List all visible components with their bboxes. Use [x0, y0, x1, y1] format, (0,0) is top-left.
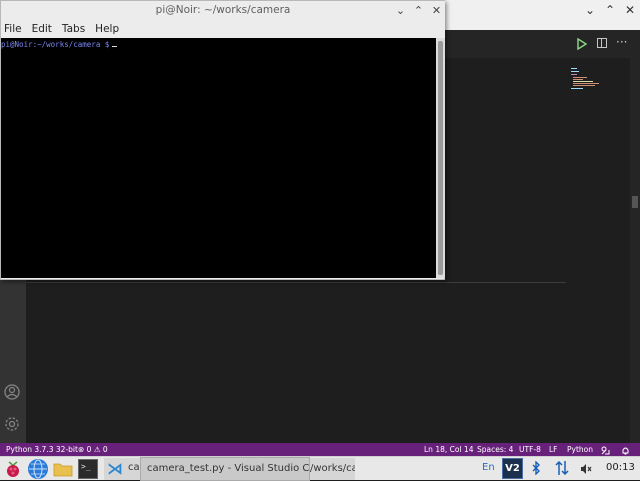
status-bar: Python 3.7.3 32-bit ⊗ 0 ⚠ 0 Ln 18, Col 1…	[0, 443, 640, 456]
network-icon[interactable]	[555, 460, 569, 479]
terminal-scroll-thumb[interactable]	[438, 41, 443, 275]
menu-tabs[interactable]: Tabs	[62, 23, 85, 35]
terminal-prompt-line: pi@Noir:~/works/camera $	[1, 40, 118, 49]
raspberry-menu-icon[interactable]	[3, 459, 23, 479]
vscode-icon: ⋊	[107, 459, 123, 478]
vnc-server-icon[interactable]: V2	[502, 458, 523, 479]
python-interpreter-status[interactable]: Python 3.7.3 32-bit	[6, 443, 78, 456]
text-cursor	[112, 46, 118, 47]
system-clock[interactable]: 00:13	[606, 462, 635, 473]
more-actions-icon[interactable]: ···	[616, 35, 627, 49]
vscode-window-controls: ⌄ ⌃ ✕	[580, 0, 640, 20]
minimap[interactable]	[565, 66, 615, 96]
language-mode-status[interactable]: Python	[567, 443, 593, 456]
terminal-window: pi@Noir: ~/works/camera ⌄ ⌃ ✕ File Edit …	[0, 0, 445, 280]
accounts-icon[interactable]	[4, 384, 20, 400]
web-browser-icon[interactable]	[28, 459, 48, 479]
taskbar-vscode-task[interactable]: ⋊ car	[104, 458, 144, 480]
taskbar-terminal-task[interactable]: /works/ca...	[310, 458, 355, 480]
editor-tab-bar	[444, 30, 640, 58]
menu-help[interactable]: Help	[95, 23, 119, 35]
terminal-menubar: File Edit Tabs Help	[1, 20, 445, 38]
live-share-icon[interactable]	[601, 443, 610, 456]
encoding-status[interactable]: UTF-8	[519, 443, 541, 456]
terminal-screen[interactable]: pi@Noir:~/works/camera $	[1, 38, 436, 278]
menu-edit[interactable]: Edit	[32, 23, 52, 35]
terminal-minimize-button[interactable]: ⌄	[393, 3, 408, 18]
indentation-status[interactable]: Spaces: 4	[477, 443, 513, 456]
terminal-maximize-button[interactable]: ⌃	[411, 3, 426, 18]
run-file-icon[interactable]	[577, 38, 587, 50]
split-editor-icon[interactable]	[597, 38, 607, 48]
notifications-bell-icon[interactable]	[621, 443, 630, 456]
shell-prompt: pi@Noir:~/works/camera $	[1, 40, 110, 49]
taskbar: >_ ⋊ car camera_test.py - Visual Studio …	[0, 456, 640, 481]
menu-file[interactable]: File	[4, 23, 22, 35]
terminal-title: pi@Noir: ~/works/camera	[155, 4, 291, 16]
terminal-close-button[interactable]: ✕	[429, 3, 444, 18]
terminal-launcher-icon[interactable]: >_	[78, 459, 98, 479]
keyboard-layout-indicator[interactable]: En	[482, 462, 495, 473]
settings-gear-icon[interactable]	[4, 416, 20, 432]
editor-scroll-thumb[interactable]	[632, 196, 638, 208]
vscode-maximize-button[interactable]: ⌃	[600, 0, 620, 20]
taskbar-tooltip: camera_test.py - Visual Studio Code	[140, 457, 328, 481]
panel-divider	[26, 282, 566, 283]
editor-scrollbar[interactable]	[630, 58, 640, 443]
vscode-close-button[interactable]: ✕	[620, 0, 640, 20]
file-manager-icon[interactable]	[53, 459, 73, 479]
terminal-titlebar[interactable]: pi@Noir: ~/works/camera ⌄ ⌃ ✕	[1, 1, 445, 20]
cursor-position-status[interactable]: Ln 18, Col 14	[424, 443, 473, 456]
bluetooth-icon[interactable]	[531, 460, 541, 478]
volume-muted-icon[interactable]	[580, 463, 592, 475]
vscode-minimize-button[interactable]: ⌄	[580, 0, 600, 20]
problems-status[interactable]: ⊗ 0 ⚠ 0	[78, 443, 108, 456]
eol-status[interactable]: LF	[549, 443, 558, 456]
